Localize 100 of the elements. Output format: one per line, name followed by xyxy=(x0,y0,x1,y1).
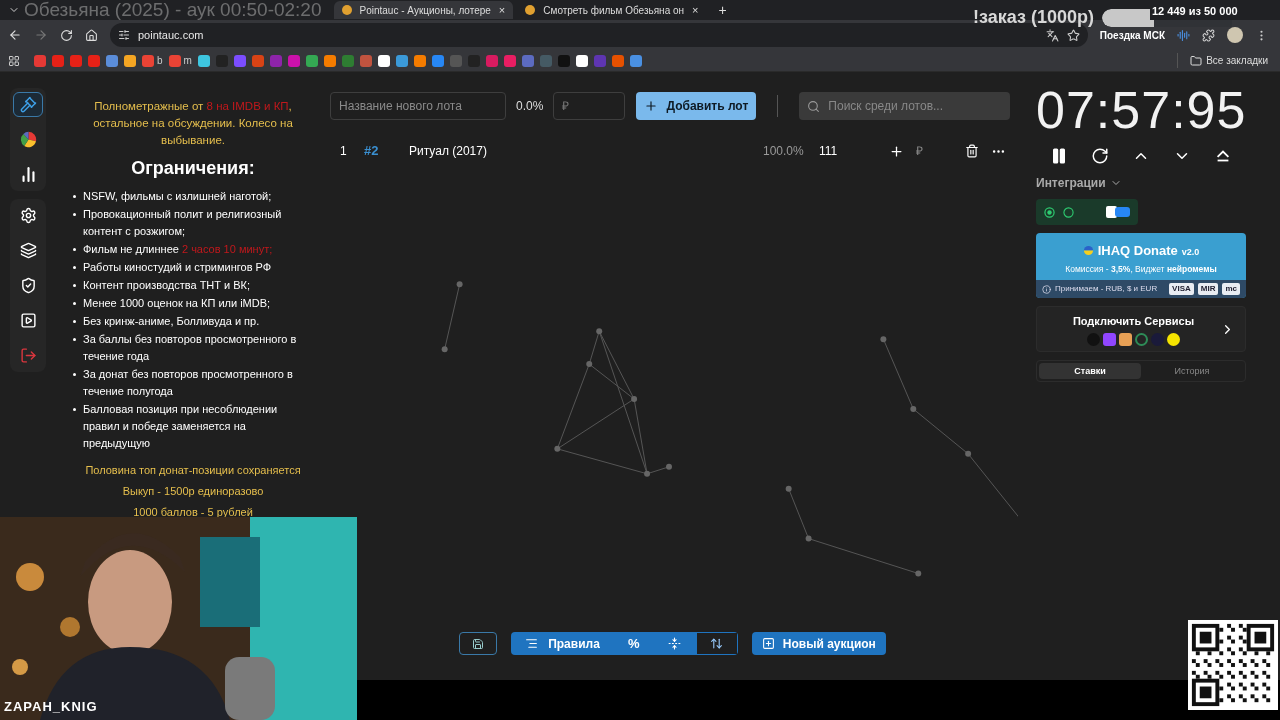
bookmark-icon xyxy=(323,54,336,67)
bookmark-star-icon[interactable] xyxy=(1066,28,1080,42)
bookmark-icon xyxy=(215,54,228,67)
browser-tab[interactable]: Pointauc - Аукционы, лотере × xyxy=(333,1,514,19)
timer-text: 07:57:95 xyxy=(1036,82,1246,138)
search-input[interactable]: Поиск среди лотов... xyxy=(828,97,999,115)
percent-button[interactable]: % xyxy=(613,632,654,655)
bookmark-icon xyxy=(251,54,264,67)
bullet-icon xyxy=(73,284,76,287)
save-icon xyxy=(472,637,485,650)
bookmark-button[interactable]: m xyxy=(168,53,192,68)
lot-index: 1 xyxy=(340,143,348,160)
delete-icon[interactable] xyxy=(965,144,979,158)
history-tab[interactable]: История xyxy=(1141,363,1243,380)
extensions-icon[interactable] xyxy=(1202,28,1215,42)
bookmark-icon xyxy=(70,54,82,67)
pause-icon[interactable] xyxy=(1050,147,1068,165)
pie-chart-icon xyxy=(19,131,37,148)
rule-item: За донат без повторов просмотренного в течение полугода xyxy=(83,367,294,399)
lot-name: Ритуал (2017) xyxy=(409,143,488,160)
donate-card[interactable]: IHAQ Donate v2.0 Комиссия - 3,5%, Виджет нейромемы Принимаем - RUB, $ и EUR VISA MIR mc xyxy=(1036,233,1246,299)
history-tab[interactable]: Ставки xyxy=(1039,363,1141,380)
rule-item: Фильм не длиннее 2 часов 10 минут; xyxy=(83,242,273,257)
restart-icon[interactable] xyxy=(1091,147,1109,165)
site-info-icon[interactable] xyxy=(118,29,130,41)
donate-title: IHAQ Donate xyxy=(1097,242,1178,260)
add-square-icon xyxy=(761,637,775,650)
rules-note: Выкуп - 1500р единоразово xyxy=(121,484,265,499)
percent-text: 0.0% xyxy=(516,98,544,115)
rule-item: Без кринж-аниме, Болливуда и пр. xyxy=(83,314,260,329)
bookmark-button[interactable] xyxy=(124,54,136,67)
rules-heading: Ограничения: xyxy=(131,157,255,180)
all-bookmarks-button[interactable]: Все закладки xyxy=(1177,53,1268,68)
tab-close-button[interactable]: × xyxy=(498,1,506,19)
browser-tab[interactable]: Смотреть фильм Обезьяна он × xyxy=(517,1,707,19)
search-field[interactable]: Поиск среди лотов... xyxy=(799,92,1011,120)
rule-item: Работы киностудий и стримингов РФ xyxy=(83,260,272,275)
payment-badge: MIR xyxy=(1197,283,1219,296)
bookmark-icon xyxy=(611,54,624,67)
bookmark-button[interactable] xyxy=(197,54,210,67)
plus-icon xyxy=(644,99,659,113)
shield-icon xyxy=(19,277,37,294)
bookmark-icon xyxy=(124,54,136,67)
rules-note: 1000 баллов - 5 рублей xyxy=(132,505,254,520)
add-lot-button[interactable]: Добавить лот xyxy=(636,92,757,120)
rule-item: Провокационный полит и религиозный контент с розжигом; xyxy=(83,207,283,239)
reload-icon[interactable] xyxy=(60,28,73,42)
rules-button[interactable]: Правила xyxy=(511,632,614,655)
bookmark-icon xyxy=(168,54,181,67)
back-icon[interactable] xyxy=(8,28,22,42)
new-tab-button[interactable]: + xyxy=(710,0,735,21)
lot-name-field[interactable]: Название нового лота xyxy=(330,92,506,120)
bookmark-button[interactable]: b xyxy=(142,53,163,68)
bookmark-icon xyxy=(503,54,516,67)
tab-close-button[interactable]: × xyxy=(692,1,699,19)
bullet-icon xyxy=(73,302,76,305)
bar-chart-icon xyxy=(19,166,37,183)
services-card[interactable]: Подключить Сервисы xyxy=(1036,306,1246,353)
lot-id: #2 xyxy=(364,142,380,161)
integrations-toggle[interactable]: Интеграции xyxy=(1036,174,1246,192)
bullet-icon xyxy=(73,373,76,376)
bookmark-icon xyxy=(377,54,390,67)
rules-intro: Полнометражные от 8 на IMDB и КП, остальное на обсуждении. Колесо на выбывание. xyxy=(92,99,294,148)
sort-button[interactable] xyxy=(695,632,738,655)
bookmark-icon xyxy=(629,54,642,67)
bookmark-icon xyxy=(52,54,64,67)
bullet-icon xyxy=(73,338,76,341)
currency-button[interactable]: ₽ xyxy=(916,142,923,160)
forward-icon[interactable] xyxy=(34,28,48,42)
bookmark-icon xyxy=(106,54,118,67)
extension-icon[interactable] xyxy=(1177,28,1190,42)
qr-code-icon xyxy=(1188,620,1278,710)
bookmark-icon xyxy=(449,54,462,67)
save-button[interactable] xyxy=(459,632,498,655)
commission-text: Комиссия - 3,5%, Виджет нейромемы xyxy=(1065,262,1217,276)
bookmark-button[interactable] xyxy=(575,54,588,67)
lot-percent: 100.0% xyxy=(763,143,805,160)
video-icon xyxy=(19,312,37,329)
lot-row[interactable]: 1 #2 Ритуал (2017) 100.0% 111 ₽ xyxy=(330,134,1018,168)
version-text: v2.0 xyxy=(1181,246,1200,259)
integration-card[interactable] xyxy=(1036,199,1138,225)
apps-icon[interactable] xyxy=(8,54,20,67)
home-icon[interactable] xyxy=(85,28,98,42)
donate-logo-icon xyxy=(1082,245,1094,257)
bookmark-icon xyxy=(34,54,46,67)
amount-field[interactable]: ₽ xyxy=(553,92,626,120)
translate-icon[interactable] xyxy=(1045,28,1059,42)
bookmark-icon xyxy=(142,54,154,67)
bookmark-icon xyxy=(269,54,282,67)
bookmark-icon xyxy=(431,54,444,67)
stream-title: Обезьяна (2025) - аук 00:50-02:20 xyxy=(24,0,322,20)
service-icon xyxy=(1119,332,1132,346)
payment-badge: mc xyxy=(1222,283,1240,296)
bookmark-button[interactable] xyxy=(377,54,390,67)
spinner-icon xyxy=(1063,206,1074,218)
goal-name: Поездка МСК xyxy=(1099,28,1165,43)
add-amount-icon[interactable] xyxy=(889,143,904,159)
bullet-icon xyxy=(73,408,76,411)
new-auction-button[interactable]: Новый аукцион xyxy=(751,632,886,655)
profile-icon[interactable] xyxy=(1227,27,1243,43)
